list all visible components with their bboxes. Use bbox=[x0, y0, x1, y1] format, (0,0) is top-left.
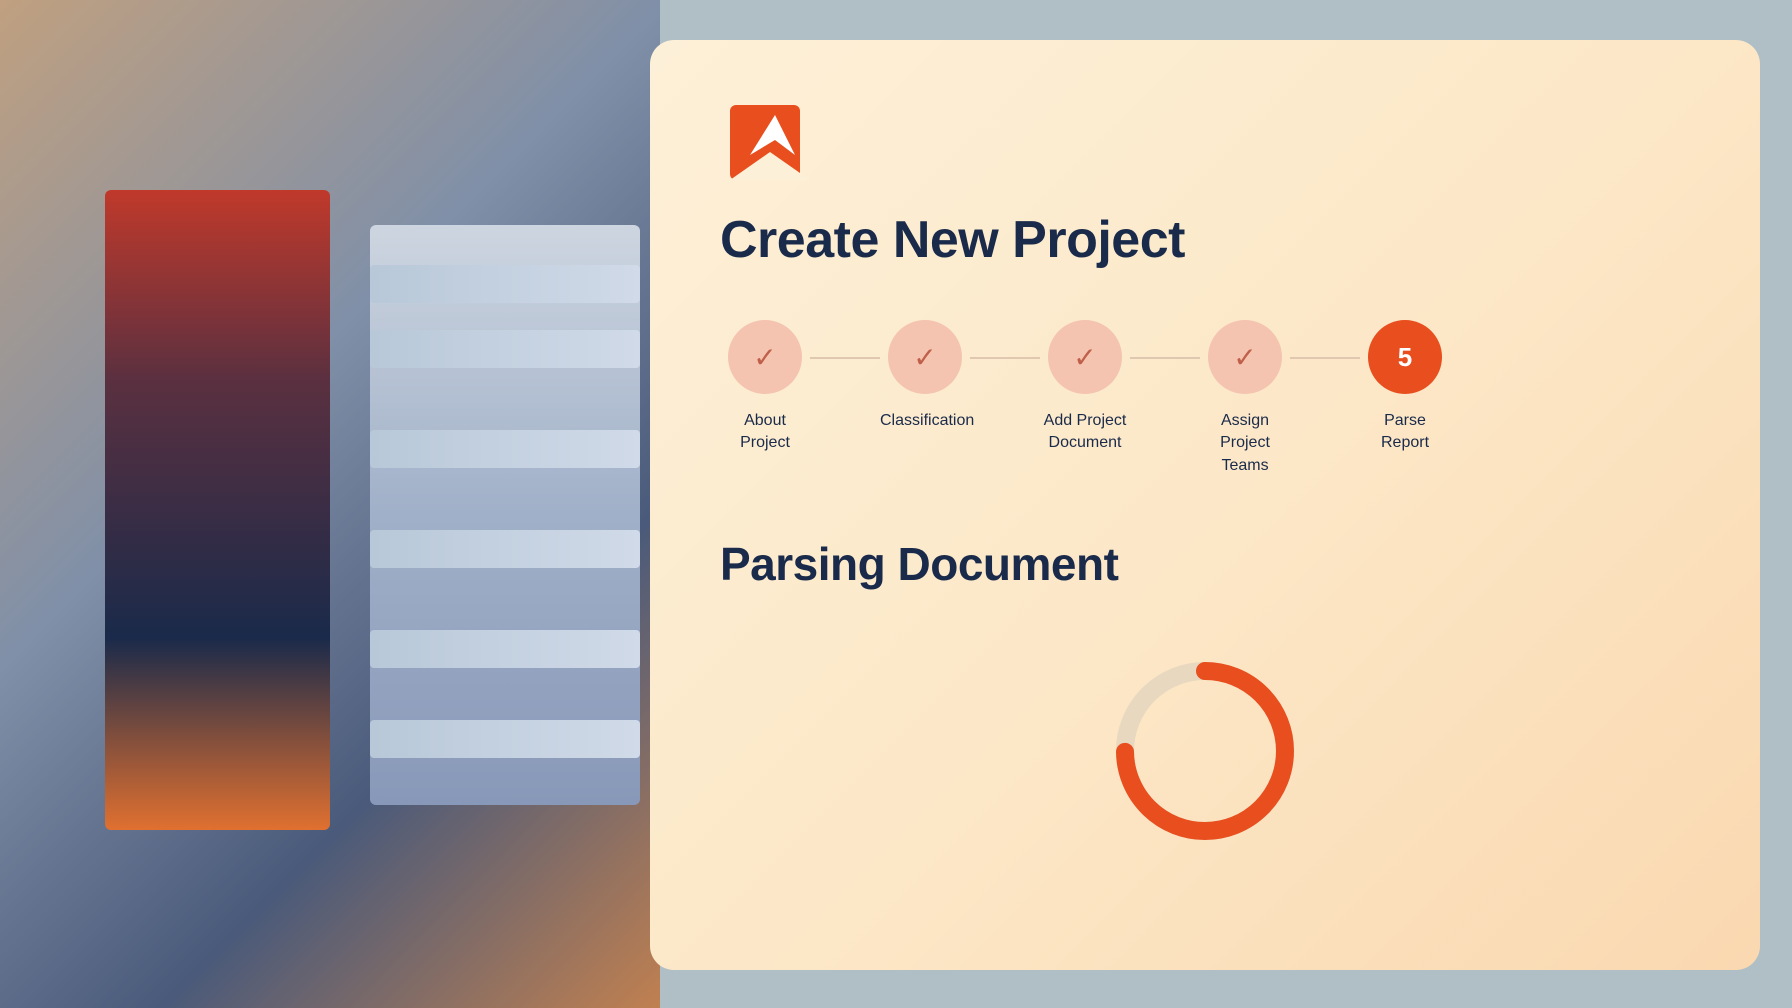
page-title: Create New Project bbox=[720, 210, 1690, 270]
step-5-circle: 5 bbox=[1368, 320, 1442, 394]
decorative-bar-5 bbox=[370, 630, 640, 668]
background-panel-dark bbox=[105, 190, 330, 830]
step-4-label: Assign Project Teams bbox=[1200, 410, 1290, 477]
step-1-check: ✓ bbox=[753, 341, 776, 374]
logo bbox=[720, 100, 810, 180]
decorative-bar-1 bbox=[370, 265, 640, 303]
step-1-label: About Project bbox=[720, 410, 810, 455]
decorative-bar-4 bbox=[370, 530, 640, 568]
step-1: ✓ About Project bbox=[720, 320, 810, 455]
step-5-label: Parse Report bbox=[1360, 410, 1450, 455]
section-title: Parsing Document bbox=[720, 537, 1690, 591]
connector-3-4 bbox=[1130, 357, 1200, 359]
step-4-check: ✓ bbox=[1233, 341, 1256, 374]
step-2: ✓ Classification bbox=[880, 320, 970, 432]
step-4: ✓ Assign Project Teams bbox=[1200, 320, 1290, 477]
step-4-circle: ✓ bbox=[1208, 320, 1282, 394]
step-2-circle: ✓ bbox=[888, 320, 962, 394]
step-2-check: ✓ bbox=[913, 341, 936, 374]
step-5-number: 5 bbox=[1398, 342, 1412, 373]
step-2-label: Classification bbox=[880, 410, 970, 432]
stepper: ✓ About Project ✓ Classification ✓ Add P… bbox=[720, 320, 1690, 477]
connector-4-5 bbox=[1290, 357, 1360, 359]
progress-ring bbox=[1095, 641, 1315, 861]
decorative-bar-3 bbox=[370, 430, 640, 468]
decorative-bar-6 bbox=[370, 720, 640, 758]
step-5: 5 Parse Report bbox=[1360, 320, 1450, 455]
step-3: ✓ Add Project Document bbox=[1040, 320, 1130, 455]
step-3-label: Add Project Document bbox=[1040, 410, 1130, 455]
step-3-circle: ✓ bbox=[1048, 320, 1122, 394]
progress-ring-container bbox=[720, 641, 1690, 861]
background-panel-light bbox=[370, 225, 640, 805]
decorative-bar-2 bbox=[370, 330, 640, 368]
connector-2-3 bbox=[970, 357, 1040, 359]
step-3-check: ✓ bbox=[1073, 341, 1096, 374]
step-1-circle: ✓ bbox=[728, 320, 802, 394]
main-card: Create New Project ✓ About Project ✓ Cla… bbox=[650, 40, 1760, 970]
connector-1-2 bbox=[810, 357, 880, 359]
